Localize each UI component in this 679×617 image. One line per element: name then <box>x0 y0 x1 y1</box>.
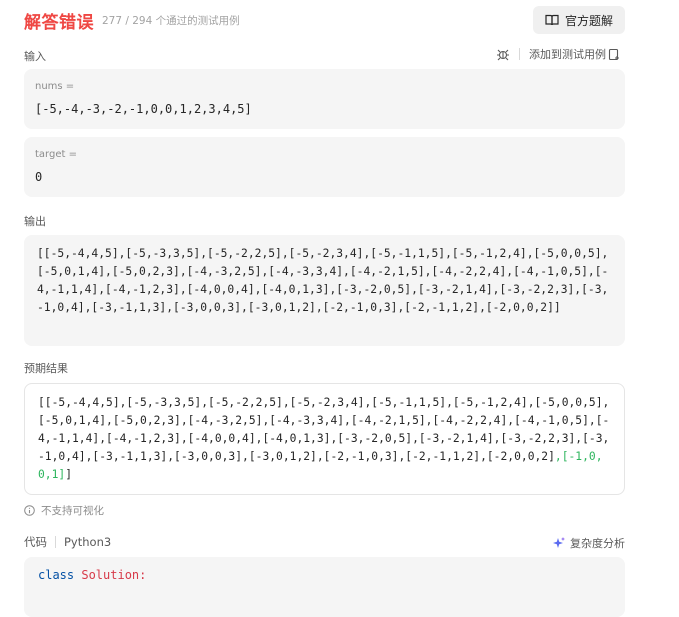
add-testcase-button[interactable]: 添加到测试用例 <box>529 46 606 62</box>
code-label: 代码 <box>24 535 47 549</box>
code-class-name: Solution: <box>81 568 147 582</box>
visualization-note-text: 不支持可视化 <box>41 505 104 517</box>
param-value: [-5,-4,-3,-2,-1,0,0,1,2,3,4,5] <box>35 102 252 116</box>
complexity-analysis-button[interactable]: 复杂度分析 <box>552 535 625 551</box>
complexity-label: 复杂度分析 <box>570 537 625 550</box>
expected-value: [[-5,-4,4,5],[-5,-3,3,5],[-5,-2,2,5],[-5… <box>38 394 614 484</box>
output-box: [[-5,-4,4,5],[-5,-3,3,5],[-5,-2,2,5],[-5… <box>24 235 625 346</box>
verdict-title: 解答错误 <box>24 12 94 33</box>
visualization-note: 不支持可视化 <box>24 503 104 518</box>
input-label: 输入 <box>24 50 46 63</box>
official-solution-button[interactable]: 官方题解 <box>532 6 625 34</box>
sparkle-icon <box>553 537 565 548</box>
param-name: nums = <box>35 81 75 92</box>
official-solution-label: 官方题解 <box>564 13 613 28</box>
book-icon <box>545 14 559 26</box>
info-icon <box>24 505 35 516</box>
add-file-icon <box>608 48 619 60</box>
output-label: 输出 <box>24 215 46 228</box>
input-tools: 添加到测试用例 <box>496 46 621 62</box>
param-target-box: target = 0 <box>24 137 625 197</box>
code-preview: class Solution: <box>24 557 625 617</box>
code-header: 代码 Python3 <box>24 534 111 550</box>
output-value: [[-5,-4,4,5],[-5,-3,3,5],[-5,-2,2,5],[-5… <box>37 247 609 314</box>
param-nums-box: nums = [-5,-4,-3,-2,-1,0,0,1,2,3,4,5] <box>24 69 625 129</box>
code-line: class Solution: <box>38 568 146 582</box>
expected-box: [[-5,-4,4,5],[-5,-3,3,5],[-5,-2,2,5],[-5… <box>24 383 625 495</box>
code-keyword: class <box>38 568 75 582</box>
result-header: 解答错误 277 / 294 个通过的测试用例 官方题解 <box>24 6 625 34</box>
expected-common: [[-5,-4,4,5],[-5,-3,3,5],[-5,-2,2,5],[-5… <box>38 396 610 463</box>
expected-close: ] <box>65 468 73 481</box>
passed-count: 277 / 294 个通过的测试用例 <box>102 14 240 27</box>
param-name: target = <box>35 149 77 160</box>
param-value: 0 <box>35 170 43 184</box>
debug-icon[interactable] <box>496 47 510 61</box>
expected-label: 预期结果 <box>24 362 68 375</box>
language-label: Python3 <box>64 535 112 549</box>
